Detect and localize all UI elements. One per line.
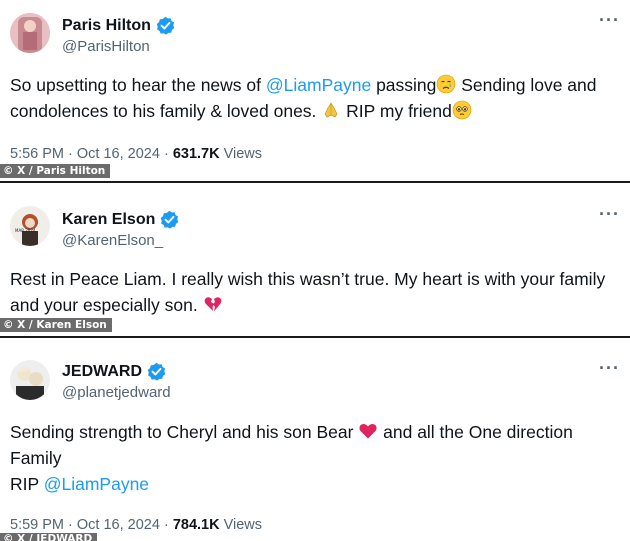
tweet-text: Rest in Peace Liam. I really wish this w… (10, 266, 622, 318)
mention-link[interactable]: @LiamPayne (266, 75, 371, 95)
tweet-text-part: So upsetting to hear the news of (10, 75, 266, 95)
crying-face-emoji (437, 74, 456, 94)
tweet-text: So upsetting to hear the news of @LiamPa… (10, 72, 622, 124)
tweet-karen-elson[interactable]: MAR 2024 Karen Elson @KarenElson_ ··· Re… (0, 192, 630, 334)
tweet-meta: 5:59 PM · Oct 16, 2024 · 784.1K Views (10, 517, 262, 533)
tweet-paris-hilton[interactable]: Paris Hilton @ParisHilton ··· So upsetti… (0, 0, 630, 178)
mention-link[interactable]: @LiamPayne (44, 474, 149, 494)
tweet-text-part: passing (371, 75, 437, 95)
photo-credit: © X / JEDWARD (0, 533, 98, 541)
tweet-text-part: Sending strength to Cheryl and his son B… (10, 422, 359, 442)
divider (0, 181, 630, 183)
timestamp[interactable]: 5:59 PM · Oct 16, 2024 · (10, 517, 173, 533)
photo-credit: © X / Karen Elson (0, 318, 112, 332)
broken-heart-emoji (204, 297, 222, 312)
author-row: JEDWARD (62, 362, 167, 381)
author-row: Paris Hilton (62, 16, 175, 35)
verified-badge-icon (155, 16, 175, 35)
more-options-icon[interactable]: ··· (599, 204, 620, 225)
author-handle[interactable]: @planetjedward (62, 384, 171, 401)
photo-credit: © X / Paris Hilton (0, 164, 111, 178)
tweet-jedward[interactable]: JEDWARD @planetjedward ··· Sending stren… (0, 340, 630, 541)
tweet-text-part: RIP (10, 474, 44, 494)
more-options-icon[interactable]: ··· (599, 358, 620, 379)
avatar-image (10, 360, 50, 400)
avatar[interactable]: MAR 2024 (10, 206, 50, 246)
author-handle[interactable]: @ParisHilton (62, 38, 150, 55)
author-name[interactable]: JEDWARD (62, 363, 142, 381)
timestamp[interactable]: 5:56 PM · Oct 16, 2024 · (10, 146, 173, 162)
tweet-text-part: Rest in Peace Liam. I really wish this w… (10, 269, 606, 315)
avatar[interactable] (10, 360, 50, 400)
avatar-image: MAR 2024 (10, 206, 50, 246)
red-heart-emoji (359, 423, 377, 439)
avatar-text: MAR 2024 (15, 228, 36, 233)
author-name[interactable]: Paris Hilton (62, 17, 151, 35)
pleading-face-emoji (452, 100, 472, 120)
author-row: Karen Elson (62, 210, 180, 229)
more-options-icon[interactable]: ··· (599, 10, 620, 31)
folded-hands-emoji (324, 102, 338, 118)
tweet-text-part: RIP my friend (341, 101, 452, 121)
author-name[interactable]: Karen Elson (62, 211, 155, 229)
verified-badge-icon (147, 362, 167, 381)
views-count: 784.1K (172, 517, 220, 533)
verified-badge-icon (160, 210, 180, 229)
views-label: Views (219, 146, 263, 162)
avatar-image (10, 13, 50, 53)
author-handle[interactable]: @KarenElson_ (62, 232, 163, 249)
avatar[interactable] (10, 13, 50, 53)
divider (0, 336, 630, 338)
tweet-meta: 5:56 PM · Oct 16, 2024 · 631.7K Views (10, 146, 262, 162)
tweet-text: Sending strength to Cheryl and his son B… (10, 419, 622, 497)
views-count: 631.7K (172, 146, 220, 162)
views-label: Views (219, 517, 263, 533)
